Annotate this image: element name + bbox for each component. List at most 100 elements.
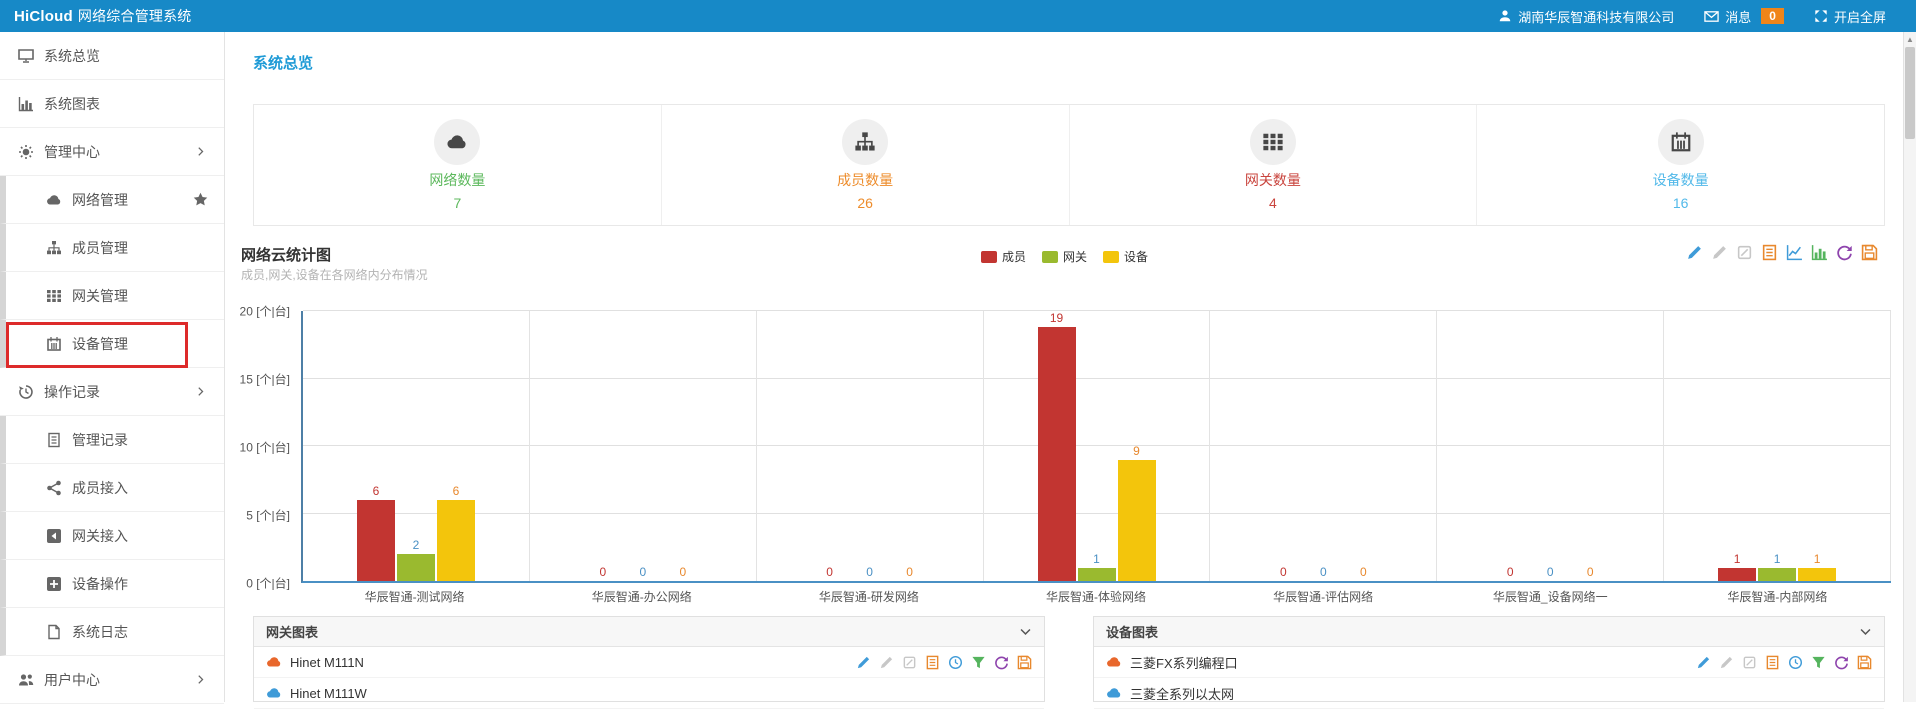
calendar-icon xyxy=(1670,131,1692,153)
sidebar-item-system-logs[interactable]: 系统日志 xyxy=(0,608,224,656)
bar-value-label: 0 xyxy=(679,565,686,579)
messages-label: 消息 xyxy=(1725,7,1751,26)
sidebar-item-system-overview[interactable]: 系统总览 xyxy=(0,32,224,80)
sidebar-item-management-records[interactable]: 管理记录 xyxy=(0,416,224,464)
sidebar-item-device-operations[interactable]: 设备操作 xyxy=(0,560,224,608)
fullscreen-label: 开启全屏 xyxy=(1834,7,1886,26)
sidebar-item-user-center[interactable]: 用户中心 xyxy=(0,656,224,704)
gateway-item-row[interactable]: Hinet M111N xyxy=(254,647,1044,678)
sidebar-item-network-management[interactable]: 网络管理 xyxy=(0,176,224,224)
restore-icon[interactable] xyxy=(994,655,1009,670)
stat-label: 设备数量 xyxy=(1653,170,1709,190)
bar-value-label: 0 xyxy=(1360,565,1367,579)
edit-icon[interactable] xyxy=(1686,244,1703,261)
bar-value-label: 0 xyxy=(1320,565,1327,579)
sidebar-item-label: 系统图表 xyxy=(44,94,100,114)
device-item-row[interactable]: 三菱全系列以太网 xyxy=(1094,678,1884,709)
sidebar-item-gateway-access[interactable]: 网关接入 xyxy=(0,512,224,560)
company-menu[interactable]: 湖南华辰智通科技有限公司 xyxy=(1498,7,1674,26)
bar-value-label: 0 xyxy=(826,565,833,579)
clear-icon[interactable] xyxy=(902,655,917,670)
sidebar-item-label: 设备管理 xyxy=(72,334,128,354)
data-view-icon[interactable] xyxy=(1761,244,1778,261)
time-icon[interactable] xyxy=(1788,655,1803,670)
stat-icon-circle xyxy=(434,119,480,165)
chart-legend: 成员 网关 设备 xyxy=(981,248,1148,265)
sidebar-item-member-management[interactable]: 成员管理 xyxy=(0,224,224,272)
bar-网关 xyxy=(1078,568,1116,582)
bar-设备 xyxy=(437,500,475,581)
bar-chart-icon[interactable] xyxy=(1811,244,1828,261)
edit-disabled-icon[interactable] xyxy=(1711,244,1728,261)
legend-item-gateways[interactable]: 网关 xyxy=(1042,248,1087,265)
sidebar-item-management-center[interactable]: 管理中心 xyxy=(0,128,224,176)
bar-成员 xyxy=(1718,568,1756,582)
share-icon xyxy=(46,480,62,496)
time-icon[interactable] xyxy=(948,655,963,670)
legend-label: 成员 xyxy=(1002,248,1026,265)
scroll-up-arrow[interactable]: ▲ xyxy=(1904,32,1916,46)
save-image-icon[interactable] xyxy=(1857,655,1872,670)
chart-subtitle: 成员,网关,设备在各网络内分布情况 xyxy=(241,266,428,283)
sidebar-item-label: 网关管理 xyxy=(72,286,128,306)
filter-icon[interactable] xyxy=(1811,655,1826,670)
restore-icon[interactable] xyxy=(1836,244,1853,261)
gateway-item-name: Hinet M111N xyxy=(290,655,364,670)
legend-swatch xyxy=(1103,251,1119,263)
stat-device-count: 设备数量 16 xyxy=(1477,105,1884,225)
legend-swatch xyxy=(1042,251,1058,263)
chart-toolbox xyxy=(1686,244,1878,261)
sidebar-item-operation-records[interactable]: 操作记录 xyxy=(0,368,224,416)
legend-item-members[interactable]: 成员 xyxy=(981,248,1026,265)
legend-item-devices[interactable]: 设备 xyxy=(1103,248,1148,265)
fullscreen-button[interactable]: 开启全屏 xyxy=(1814,7,1886,26)
messages-button[interactable]: 消息 0 xyxy=(1704,7,1784,26)
bar-plot: 6260000001919000000111 xyxy=(301,311,1891,583)
line-chart-icon[interactable] xyxy=(1786,244,1803,261)
scrollbar-thumb[interactable] xyxy=(1905,47,1915,139)
restore-icon[interactable] xyxy=(1834,655,1849,670)
bar-设备 xyxy=(1798,568,1836,582)
save-image-icon[interactable] xyxy=(1861,244,1878,261)
sidebar-item-system-charts[interactable]: 系统图表 xyxy=(0,80,224,128)
gateway-item-row[interactable]: Hinet M111W xyxy=(254,678,1044,709)
stat-icon-circle xyxy=(1250,119,1296,165)
stat-member-count: 成员数量 26 xyxy=(662,105,1070,225)
bar-value-label: 0 xyxy=(1587,565,1594,579)
chart-column: 000 xyxy=(530,311,757,581)
sidebar-item-device-management[interactable]: 设备管理 xyxy=(0,320,224,368)
legend-label: 设备 xyxy=(1124,248,1148,265)
overview-stats-card: 网络数量 7 成员数量 26 网关数量 4 设备数量 16 xyxy=(253,104,1885,226)
category-label: 华辰智通-评估网络 xyxy=(1210,588,1437,605)
bottom-panels: 网关图表 Hinet M111N Hinet xyxy=(253,616,1885,702)
data-view-icon[interactable] xyxy=(925,655,940,670)
device-panel-header[interactable]: 设备图表 xyxy=(1094,617,1884,647)
filter-icon[interactable] xyxy=(971,655,986,670)
chart-column: 000 xyxy=(757,311,984,581)
gateway-panel-header[interactable]: 网关图表 xyxy=(254,617,1044,647)
sidebar-item-member-access[interactable]: 成员接入 xyxy=(0,464,224,512)
clear-icon[interactable] xyxy=(1736,244,1753,261)
clear-icon[interactable] xyxy=(1742,655,1757,670)
device-item-row[interactable]: 三菱FX系列编程口 xyxy=(1094,647,1884,678)
edit-icon[interactable] xyxy=(1696,655,1711,670)
y-tick-label: 10 [个|台] xyxy=(240,439,290,456)
save-image-icon[interactable] xyxy=(1017,655,1032,670)
sidebar-item-label: 管理记录 xyxy=(72,430,128,450)
sidebar-item-label: 系统日志 xyxy=(72,622,128,642)
edit-disabled-icon[interactable] xyxy=(879,655,894,670)
legend-label: 网关 xyxy=(1063,248,1087,265)
star-icon[interactable] xyxy=(193,192,208,207)
category-label: 华辰智通-办公网络 xyxy=(528,588,755,605)
chart-column: 000 xyxy=(1437,311,1664,581)
data-view-icon[interactable] xyxy=(1765,655,1780,670)
chevron-down-icon xyxy=(1019,625,1032,638)
sidebar-item-gateway-management[interactable]: 网关管理 xyxy=(0,272,224,320)
edit-disabled-icon[interactable] xyxy=(1719,655,1734,670)
category-label: 华辰智通-研发网络 xyxy=(755,588,982,605)
chart-column: 1919 xyxy=(984,311,1211,581)
category-label: 华辰智通-内部网络 xyxy=(1664,588,1891,605)
chart-column: 111 xyxy=(1664,311,1891,581)
edit-icon[interactable] xyxy=(856,655,871,670)
app-title: 网络综合管理系统 xyxy=(78,8,192,24)
